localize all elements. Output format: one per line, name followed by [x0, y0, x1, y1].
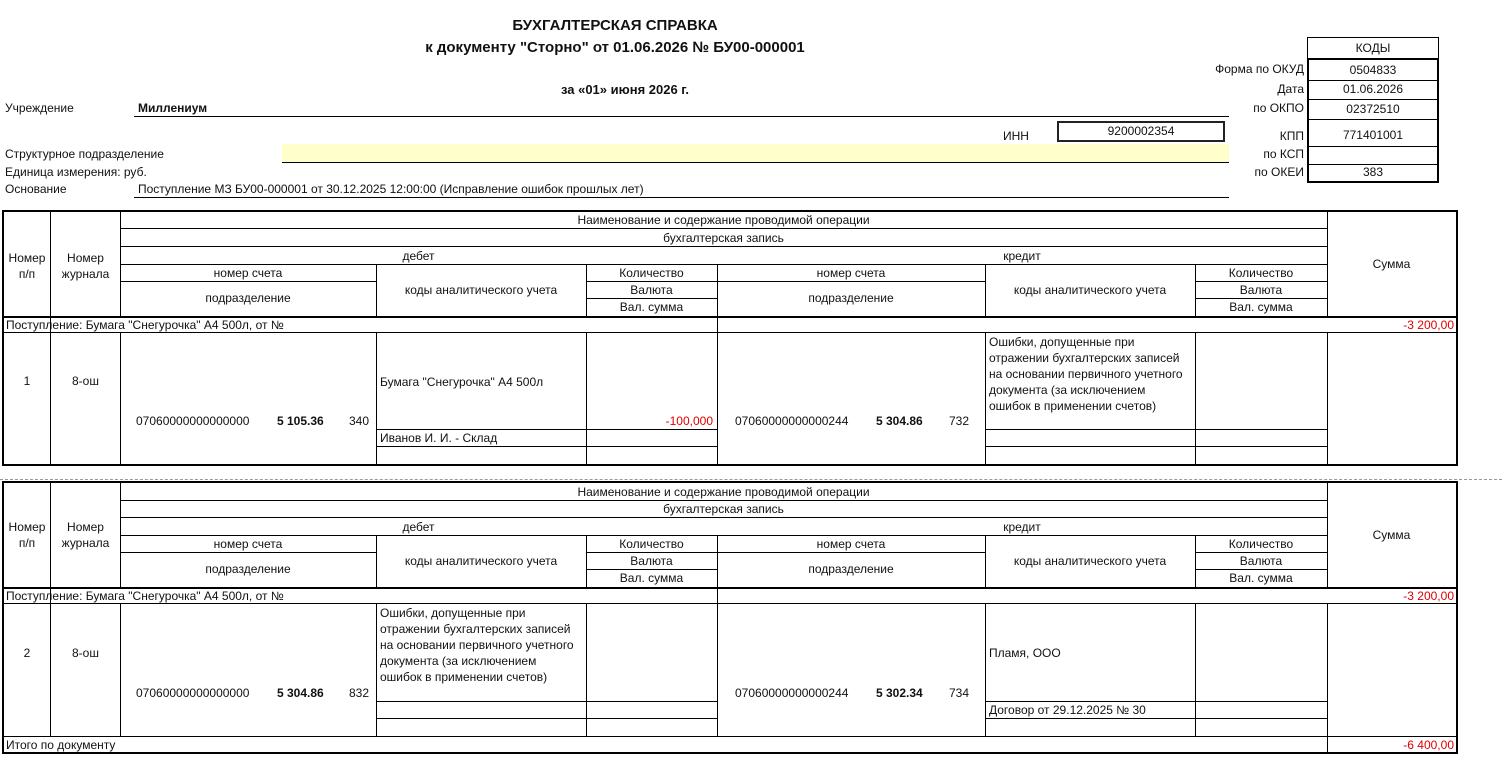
block2-debit-account: 07060000000000000: [136, 686, 250, 700]
struct-label: Структурное подразделение: [5, 147, 164, 161]
hdr2-debit-currency: Валюта: [630, 554, 673, 568]
hdr2-num: Номер п/п: [8, 520, 46, 550]
codes-header: КОДЫ: [1307, 37, 1439, 59]
total-value: -6 400,00: [1403, 738, 1454, 752]
inn-label: ИНН: [1003, 129, 1029, 143]
hdr2-credit-cur-sum: Вал. сумма: [1229, 571, 1293, 585]
hdr2-credit-account: номер счета: [816, 537, 886, 551]
hdr-credit: кредит: [1003, 249, 1041, 263]
report-title: БУХГАЛТЕРСКАЯ СПРАВКА: [512, 17, 718, 34]
hdr-debit-currency: Валюта: [630, 283, 673, 297]
block1-debit-kosgu: 340: [349, 414, 370, 428]
entry-table-2: Номер п/п Номер журнала Наименование и с…: [2, 481, 1458, 754]
hdr-debit-account: номер счета: [213, 266, 283, 280]
hdr-journal: Номер журнала: [61, 251, 110, 281]
block1-debit-qty: -100,000: [665, 414, 713, 428]
hdr-debit-cur-sum: Вал. сумма: [619, 300, 684, 314]
block2-journal: 8-ош: [72, 646, 99, 660]
block2-credit-account: 07060000000000244: [735, 686, 849, 700]
hdr2-debit-analytic: коды аналитического учета: [404, 554, 558, 568]
block2-num: 2: [23, 646, 31, 660]
total-label: Итого по документу: [6, 738, 116, 752]
block1-caption: Поступление: Бумага "Снегурочка" А4 500л…: [6, 318, 284, 332]
hdr2-sum: Сумма: [1372, 528, 1411, 542]
block1-num: 1: [23, 374, 31, 388]
block2-credit-analytic2: Договор от 29.12.2025 № 30: [989, 703, 1146, 717]
codes-label-okei: по ОКЕИ: [1254, 165, 1304, 179]
codes-label-date: Дата: [1277, 82, 1304, 96]
hdr2-entry: бухгалтерская запись: [663, 502, 784, 516]
hdr2-credit-analytic: коды аналитического учета: [1013, 554, 1167, 568]
hdr-credit-qty: Количество: [1228, 266, 1294, 280]
institution-value: Миллениум: [138, 101, 208, 115]
block1-credit-analytic: Ошибки, допущенные при отражении бухгалт…: [989, 335, 1183, 413]
hdr-credit-currency: Валюта: [1239, 283, 1283, 297]
hdr-debit: дебет: [402, 249, 435, 263]
hdr2-debit-cur-sum: Вал. сумма: [619, 571, 684, 585]
codes-kpp: 771401001: [1309, 119, 1437, 147]
codes-label-kpp: КПП: [1279, 129, 1304, 143]
hdr-debit-qty: Количество: [619, 266, 684, 280]
block2-caption-sum: -3 200,00: [1403, 589, 1454, 603]
hdr-num: Номер п/п: [8, 251, 46, 281]
hdr2-credit-qty: Количество: [1228, 537, 1294, 551]
hdr-debit-subdivision: подразделение: [205, 291, 291, 305]
codes-label-ksp: по КСП: [1263, 147, 1304, 161]
hdr-sum: Сумма: [1372, 257, 1411, 271]
block2-credit-kosgu: 734: [949, 686, 970, 700]
hdr-credit-cur-sum: Вал. сумма: [1229, 300, 1293, 314]
hdr2-debit-qty: Количество: [619, 537, 684, 551]
block2-credit-code: 5 302.34: [876, 686, 923, 700]
block1-debit-code: 5 105.36: [277, 414, 324, 428]
hdr2-operation: Наименование и содержание проводимой опе…: [577, 485, 870, 499]
codes-okei: 383: [1362, 165, 1384, 179]
codes-label-okud: Форма по ОКУД: [1215, 62, 1304, 76]
report-date-line: за «01» июня 2026 г.: [560, 82, 690, 97]
codes-ksp: [1309, 146, 1437, 165]
hdr2-debit: дебет: [402, 520, 435, 534]
hdr-credit-analytic: коды аналитического учета: [1013, 283, 1167, 297]
block1-debit-analytic: Бумага "Снегурочка" А4 500л: [380, 375, 544, 389]
block1-debit-analytic2: Иванов И. И. - Склад: [380, 431, 498, 445]
hdr-entry: бухгалтерская запись: [663, 231, 784, 245]
basis-label: Основание: [5, 182, 67, 196]
block2-debit-analytic: Ошибки, допущенные при отражении бухгалт…: [380, 606, 574, 684]
hdr-credit-subdivision: подразделение: [808, 291, 894, 305]
hdr2-credit-currency: Валюта: [1239, 554, 1283, 568]
block1-credit-account: 07060000000000244: [735, 414, 849, 428]
report-subtitle: к документу "Сторно" от 01.06.2026 № БУ0…: [425, 39, 805, 56]
unit-label: Единица измерения: руб.: [5, 165, 147, 179]
block1-credit-code: 5 304.86: [876, 414, 923, 428]
hdr2-credit-subdivision: подразделение: [808, 562, 894, 576]
block2-debit-kosgu: 832: [349, 686, 370, 700]
entry-table-1: Номер п/п Номер журнала Наименование и с…: [2, 210, 1458, 466]
hdr2-debit-subdivision: подразделение: [205, 562, 291, 576]
codes-okpo: 02372510: [1309, 99, 1437, 120]
block2-caption: Поступление: Бумага "Снегурочка" А4 500л…: [6, 589, 284, 603]
block1-journal: 8-ош: [72, 374, 99, 388]
block2-debit-code: 5 304.86: [277, 686, 324, 700]
hdr2-journal: Номер журнала: [61, 520, 110, 550]
block2-credit-analytic: Пламя, ООО: [989, 646, 1061, 660]
hdr-operation: Наименование и содержание проводимой опе…: [577, 213, 870, 227]
hdr2-credit: кредит: [1003, 520, 1041, 534]
hdr-debit-analytic: коды аналитического учета: [404, 283, 558, 297]
block1-debit-account: 07060000000000000: [136, 414, 250, 428]
hdr2-debit-account: номер счета: [213, 537, 283, 551]
block1-credit-kosgu: 732: [949, 414, 970, 428]
codes-date: 01.06.2026: [1309, 80, 1437, 100]
hdr-credit-account: номер счета: [816, 266, 886, 280]
codes-okud: 0504833: [1309, 60, 1437, 81]
basis-value: Поступление МЗ БУ00-000001 от 30.12.2025…: [138, 182, 644, 196]
codes-box: 0504833 01.06.2026 02372510 771401001 38…: [1307, 58, 1439, 183]
block1-caption-sum: -3 200,00: [1403, 318, 1454, 332]
codes-label-okpo: по ОКПО: [1253, 101, 1304, 115]
institution-label: Учреждение: [5, 101, 74, 115]
struct-field[interactable]: [282, 144, 1229, 162]
